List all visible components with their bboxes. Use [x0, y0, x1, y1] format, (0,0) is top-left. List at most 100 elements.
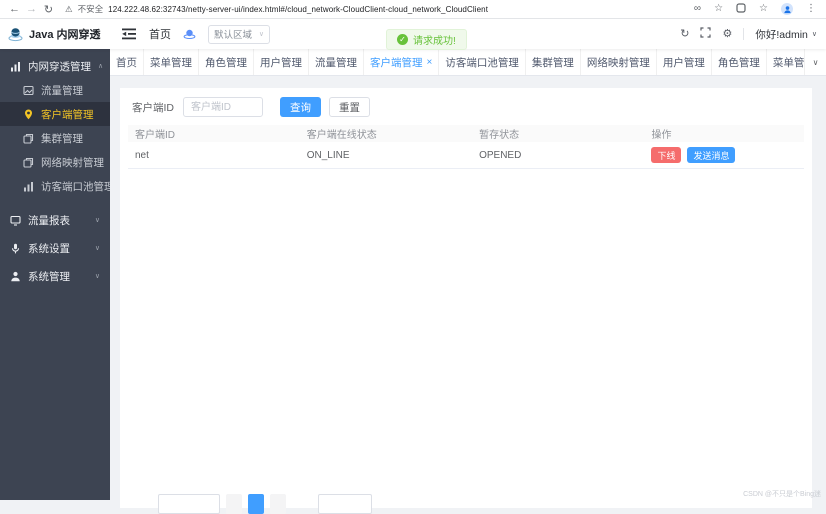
browser-actions: ∞ ☆ ☆ ⋮: [684, 2, 820, 16]
table-row: net ON_LINE OPENED 下线 发送消息: [128, 142, 804, 169]
tab-bar: 首页 菜单管理 角色管理 用户管理 流量管理 客户端管理 × 访客端口池管理 集…: [110, 49, 826, 76]
sidebar-group-label: 流量报表: [28, 214, 70, 227]
tab-traffic-management[interactable]: 流量管理: [309, 49, 364, 75]
tab-home[interactable]: 首页: [110, 49, 144, 75]
client-id-input[interactable]: [183, 97, 263, 117]
tab-menu-management[interactable]: 菜单管理: [144, 49, 199, 75]
page-size-select[interactable]: [158, 494, 220, 514]
bar-chart-icon: [24, 181, 33, 191]
sidebar-item-label: 客户端管理: [41, 108, 94, 121]
tab-network-mapping-management[interactable]: 网络映射管理: [581, 49, 657, 75]
browser-reload-icon[interactable]: ↻: [40, 3, 57, 16]
browser-forward-icon[interactable]: →: [23, 3, 40, 15]
watermark: CSDN @不只是个Bing迷: [743, 491, 821, 498]
prev-page-button[interactable]: [226, 494, 242, 514]
query-button[interactable]: 查询: [280, 97, 321, 117]
refresh-icon[interactable]: ↻: [680, 28, 689, 40]
sidebar-group-traffic-report[interactable]: 流量报表 ∨: [0, 206, 110, 234]
tab-role-management-2[interactable]: 角色管理: [712, 49, 767, 75]
sidebar-group-intranet[interactable]: 内网穿透管理 ∧: [0, 54, 110, 78]
extensions-star-icon[interactable]: ☆: [759, 4, 768, 14]
security-label: 不安全: [77, 4, 104, 14]
link-icon[interactable]: ∞: [694, 4, 701, 14]
chevron-up-icon: ∧: [98, 63, 104, 70]
screen: { "icons": { "back_arrow": "←", "forward…: [0, 0, 826, 514]
chevron-down-icon: ∨: [94, 245, 100, 252]
cell-client-id: net: [135, 149, 149, 161]
browser-back-icon[interactable]: ←: [6, 3, 23, 15]
profile-avatar[interactable]: [781, 3, 793, 15]
greeting-text: 你好!admin: [755, 28, 808, 41]
tab-user-management[interactable]: 用户管理: [254, 49, 309, 75]
sidebar-group-system-management[interactable]: 系统管理 ∨: [0, 262, 110, 290]
table-header: 客户端ID 客户端在线状态 暂存状态 操作: [128, 125, 804, 142]
sidebar-group-system-settings[interactable]: 系统设置 ∨: [0, 234, 110, 262]
fullscreen-icon[interactable]: [700, 27, 712, 41]
browser-toolbar: ← → ↻ ⚠ 不安全 124.222.48.62:32743/netty-se…: [0, 0, 826, 19]
sidebar-item-label: 网络映射管理: [41, 156, 104, 169]
region-select-value: 默认区域: [214, 30, 253, 41]
content-card: 客户端ID 查询 重置 客户端ID 客户端在线状态 暂存状态 操作 net ON…: [120, 88, 812, 514]
sidebar-item-cluster[interactable]: 集群管理: [0, 126, 110, 150]
header-actions: ↻ ⚙ 你好!admin ∨: [680, 27, 826, 42]
user-icon: [11, 271, 20, 281]
tab-role-management[interactable]: 角色管理: [199, 49, 254, 75]
tab-client-management[interactable]: 客户端管理 ×: [364, 49, 440, 75]
address-bar[interactable]: ⚠ 不安全 124.222.48.62:32743/netty-server-u…: [65, 3, 684, 15]
mapping-icon: [23, 157, 34, 168]
tab-port-pool-management[interactable]: 访客端口池管理: [439, 49, 526, 75]
chevron-down-icon: ∨: [811, 31, 817, 38]
col-stash-status: 暂存状态: [479, 130, 520, 141]
sidebar-group-label: 系统设置: [28, 242, 70, 255]
gear-icon[interactable]: ⚙: [722, 28, 732, 40]
search-form: 客户端ID 查询 重置: [120, 88, 812, 125]
page-jump-input[interactable]: [318, 494, 372, 514]
app-logo-icon: [7, 26, 24, 43]
sidebar-item-client[interactable]: 客户端管理: [0, 102, 110, 126]
current-page-button[interactable]: [248, 494, 264, 514]
col-client-id: 客户端ID: [135, 130, 175, 141]
microphone-icon: [11, 243, 20, 253]
sidebar-item-label: 集群管理: [41, 132, 83, 145]
success-toast: ✓ 请求成功!: [386, 29, 467, 50]
bar-chart-icon: [11, 61, 20, 71]
bookmark-star-icon[interactable]: ☆: [714, 4, 723, 14]
send-message-button[interactable]: 发送消息: [687, 147, 736, 163]
image-icon: [23, 85, 34, 95]
divider: [743, 28, 745, 40]
success-check-icon: ✓: [397, 34, 408, 45]
col-online-status: 客户端在线状态: [306, 130, 377, 141]
tab-cluster-management[interactable]: 集群管理: [526, 49, 581, 75]
user-menu[interactable]: 你好!admin ∨: [755, 27, 817, 42]
cell-actions: 下线 发送消息: [644, 147, 804, 163]
toast-message: 请求成功!: [413, 36, 456, 47]
sidebar-item-traffic[interactable]: 流量管理: [0, 78, 110, 102]
breadcrumb-home[interactable]: 首页: [149, 26, 171, 42]
browser-menu-icon[interactable]: ⋮: [806, 4, 816, 14]
security-warning-icon: ⚠: [65, 3, 73, 14]
offline-button[interactable]: 下线: [651, 147, 682, 163]
tab-close-icon[interactable]: ×: [427, 57, 433, 68]
sidebar-collapsed-groups: 流量报表 ∨ 系统设置 ∨ 系统管理 ∨: [0, 206, 110, 290]
sidebar-item-network-mapping[interactable]: 网络映射管理: [0, 150, 110, 174]
app-title: Java 内网穿透: [29, 29, 101, 41]
tab-overflow-button[interactable]: ∨: [804, 49, 826, 75]
col-actions: 操作: [651, 130, 672, 141]
search-label: 客户端ID: [132, 101, 174, 114]
reset-button[interactable]: 重置: [329, 97, 370, 117]
region-select[interactable]: 默认区域 ∨: [208, 24, 270, 44]
tab-user-management-2[interactable]: 用户管理: [657, 49, 712, 75]
sidebar-item-label: 访客端口池管理: [41, 180, 115, 193]
cell-stash-status: OPENED: [479, 149, 522, 161]
next-page-button[interactable]: [270, 494, 286, 514]
tab-label: 客户端管理: [370, 56, 423, 69]
region-network-icon[interactable]: [183, 28, 196, 41]
sidebar-item-port-pool[interactable]: 访客端口池管理: [0, 174, 115, 198]
pagination: [158, 494, 372, 514]
cell-online-status: ON_LINE: [306, 149, 350, 161]
monitor-icon: [10, 215, 21, 226]
sidebar-collapse-icon[interactable]: [122, 28, 136, 40]
sidebar-group-label: 内网穿透管理: [28, 60, 91, 73]
tabs-icon[interactable]: [736, 2, 746, 16]
sidebar-item-label: 流量管理: [41, 84, 83, 97]
